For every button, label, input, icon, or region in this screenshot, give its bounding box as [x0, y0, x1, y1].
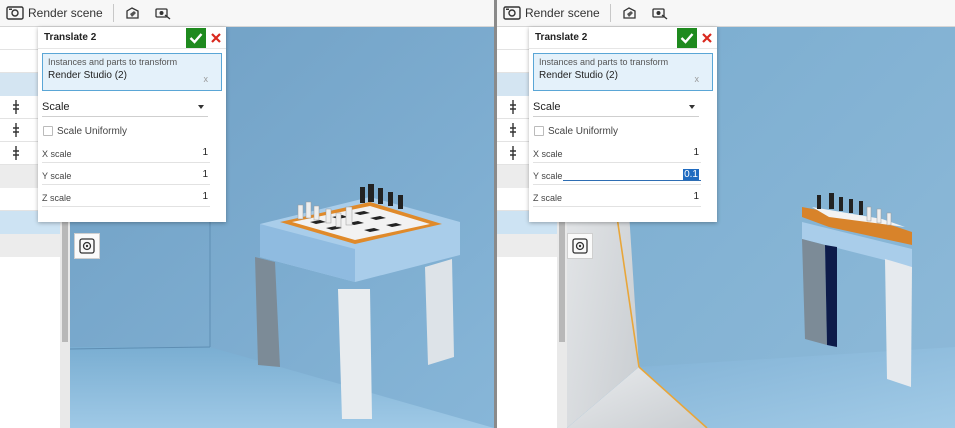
camera-icon — [572, 238, 588, 254]
render-scene-label: Render scene — [28, 6, 103, 20]
dialog-header-buttons — [677, 27, 717, 48]
dialog-title: Translate 2 — [535, 32, 588, 43]
chevron-down-icon — [689, 104, 695, 109]
accept-button[interactable] — [186, 27, 206, 48]
render-scene-button[interactable]: Render scene — [497, 0, 606, 26]
clear-selection-button[interactable]: x — [204, 74, 209, 84]
translate-dialog: Translate 2 Instances and parts to trans… — [38, 27, 226, 222]
selection-field[interactable]: Instances and parts to transform Render … — [42, 53, 222, 91]
selection-value: Render Studio (2) — [48, 70, 127, 81]
transform-type-value: Scale — [42, 100, 70, 113]
y-scale-label: Y scale — [533, 171, 563, 181]
accept-button[interactable] — [677, 27, 697, 48]
x-scale-label: X scale — [42, 149, 72, 159]
sidebar-row[interactable] — [497, 234, 557, 257]
x-scale-input[interactable]: 1 — [72, 147, 210, 159]
dialog-header: Translate 2 — [529, 27, 717, 49]
toolbar-separator — [112, 4, 114, 22]
transform-type-value: Scale — [533, 100, 561, 113]
render-scene-button[interactable]: Render scene — [0, 0, 109, 26]
translate-dialog: Translate 2 Instances and parts to trans… — [529, 27, 717, 222]
z-scale-input[interactable]: 1 — [72, 191, 210, 203]
mate-connector-icon — [510, 100, 516, 114]
left-pane: Render scene Translate 2 Instances and p… — [0, 0, 494, 428]
y-scale-row: Y scale 0.1 — [533, 163, 701, 185]
x-scale-input[interactable]: 1 — [563, 147, 701, 159]
right-pane: Render scene Translate 2 Instances and p… — [497, 0, 955, 428]
x-scale-row: X scale 1 — [42, 141, 210, 163]
x-scale-label: X scale — [533, 149, 563, 159]
cancel-button[interactable] — [697, 28, 717, 48]
dialog-header: Translate 2 — [38, 27, 226, 49]
toolbar: Render scene — [497, 0, 955, 27]
selection-field-label: Instances and parts to transform — [48, 57, 178, 67]
camera-icon — [79, 238, 95, 254]
camera-visibility-button[interactable] — [148, 0, 178, 26]
scale-uniformly-label: Scale Uniformly — [57, 125, 128, 137]
scale-fields: X scale 1 Y scale 1 Z scale 1 — [38, 141, 226, 207]
mate-connector-icon — [13, 100, 19, 114]
y-scale-input[interactable]: 0.1 — [563, 169, 701, 181]
appearance-icon — [126, 7, 139, 19]
x-scale-row: X scale 1 — [533, 141, 701, 163]
scale-fields: X scale 1 Y scale 0.1 Z scale 1 — [529, 141, 717, 207]
selection-field-label: Instances and parts to transform — [539, 57, 669, 67]
z-scale-label: Z scale — [533, 193, 563, 203]
close-icon — [702, 32, 712, 43]
sidebar-row[interactable] — [0, 234, 60, 257]
mate-connector-icon — [13, 146, 19, 160]
transform-type-dropdown[interactable]: Scale — [42, 97, 208, 117]
camera-visibility-icon — [652, 8, 668, 20]
render-scene-icon — [6, 6, 24, 20]
camera-visibility-button[interactable] — [645, 0, 675, 26]
dialog-header-buttons — [186, 27, 226, 48]
scale-uniformly-label: Scale Uniformly — [548, 125, 619, 137]
z-scale-row: Z scale 1 — [42, 185, 210, 207]
appearance-icon — [623, 7, 636, 19]
y-scale-row: Y scale 1 — [42, 163, 210, 185]
clear-selection-button[interactable]: x — [695, 74, 700, 84]
toolbar-separator — [609, 4, 611, 22]
mate-connector-icon — [510, 123, 516, 137]
dialog-title: Translate 2 — [44, 32, 97, 43]
scale-uniformly-option[interactable]: Scale Uniformly — [534, 124, 717, 138]
chevron-down-icon — [198, 104, 204, 109]
appearance-button[interactable] — [118, 0, 148, 26]
z-scale-label: Z scale — [42, 193, 72, 203]
camera-visibility-icon — [155, 8, 171, 20]
camera-view-button[interactable] — [74, 233, 100, 259]
checkmark-icon — [680, 32, 694, 44]
y-scale-input[interactable]: 1 — [72, 169, 210, 181]
selection-value: Render Studio (2) — [539, 70, 618, 81]
y-scale-selected-text: 0.1 — [683, 169, 699, 180]
close-icon — [211, 32, 221, 43]
mate-connector-icon — [13, 123, 19, 137]
scale-uniformly-checkbox[interactable] — [534, 126, 544, 136]
selection-field[interactable]: Instances and parts to transform Render … — [533, 53, 713, 91]
toolbar: Render scene — [0, 0, 494, 27]
z-scale-row: Z scale 1 — [533, 185, 701, 207]
z-scale-input[interactable]: 1 — [563, 191, 701, 203]
scale-uniformly-option[interactable]: Scale Uniformly — [43, 124, 226, 138]
scale-uniformly-checkbox[interactable] — [43, 126, 53, 136]
transform-type-dropdown[interactable]: Scale — [533, 97, 699, 117]
mate-connector-icon — [510, 146, 516, 160]
appearance-button[interactable] — [615, 0, 645, 26]
cancel-button[interactable] — [206, 28, 226, 48]
render-scene-icon — [503, 6, 521, 20]
checkmark-icon — [189, 32, 203, 44]
camera-view-button[interactable] — [567, 233, 593, 259]
render-scene-label: Render scene — [525, 6, 600, 20]
y-scale-label: Y scale — [42, 171, 72, 181]
